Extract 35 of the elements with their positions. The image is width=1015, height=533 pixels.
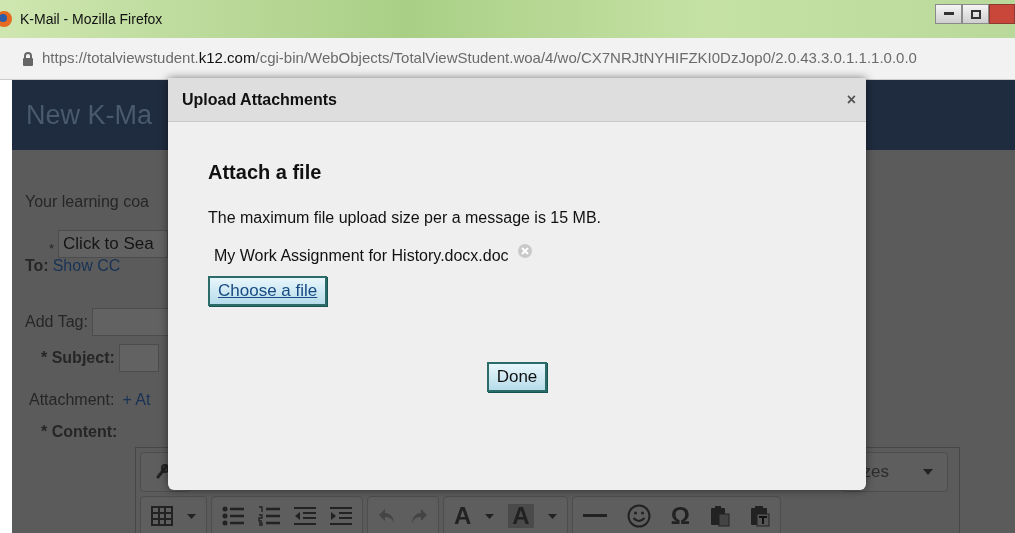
add-attachment-link[interactable]: + At: [122, 388, 151, 412]
redo-icon[interactable]: [410, 507, 428, 525]
required-mark: *: [49, 239, 55, 258]
paste-text-icon[interactable]: [749, 505, 770, 527]
close-button[interactable]: ×: [846, 91, 856, 108]
attached-file-name: My Work Assignment for History.docx.doc: [214, 246, 509, 266]
done-button[interactable]: Done: [486, 362, 548, 392]
text-color-button[interactable]: A: [454, 504, 472, 528]
caret-icon[interactable]: [485, 513, 495, 519]
horizontal-rule-icon[interactable]: [582, 514, 607, 518]
maximize-button[interactable]: [962, 4, 989, 24]
dialog-heading: Attach a file: [208, 160, 323, 184]
window-title: K-Mail - Mozilla Firefox: [20, 9, 163, 29]
outdent-icon[interactable]: [294, 506, 316, 526]
smiley-icon[interactable]: [626, 504, 651, 528]
recipient-search-field[interactable]: Click to Sea: [58, 230, 169, 258]
caret-icon[interactable]: [187, 513, 196, 519]
lock-icon: [22, 51, 34, 66]
numbered-list-icon[interactable]: [258, 506, 280, 526]
remove-icon[interactable]: [516, 243, 533, 259]
caret-icon: [923, 469, 933, 475]
paste-icon[interactable]: [709, 505, 730, 527]
undo-icon[interactable]: [378, 507, 396, 525]
minimize-icon: [943, 12, 954, 16]
dialog-title: Upload Attachments: [182, 89, 337, 110]
indent-icon[interactable]: [330, 506, 352, 526]
bullet-list-icon[interactable]: [222, 506, 244, 526]
browser-logo-icon: [0, 10, 14, 28]
special-character-button[interactable]: Ω: [670, 504, 690, 528]
minimize-button[interactable]: [935, 4, 962, 24]
caret-icon[interactable]: [547, 513, 557, 519]
size-limit-note: The maximum file upload size per a message is 15 MB.: [208, 208, 603, 228]
table-icon[interactable]: [151, 506, 173, 526]
choose-file-button[interactable]: Choose a file: [208, 276, 328, 306]
maximize-icon: [970, 9, 981, 19]
